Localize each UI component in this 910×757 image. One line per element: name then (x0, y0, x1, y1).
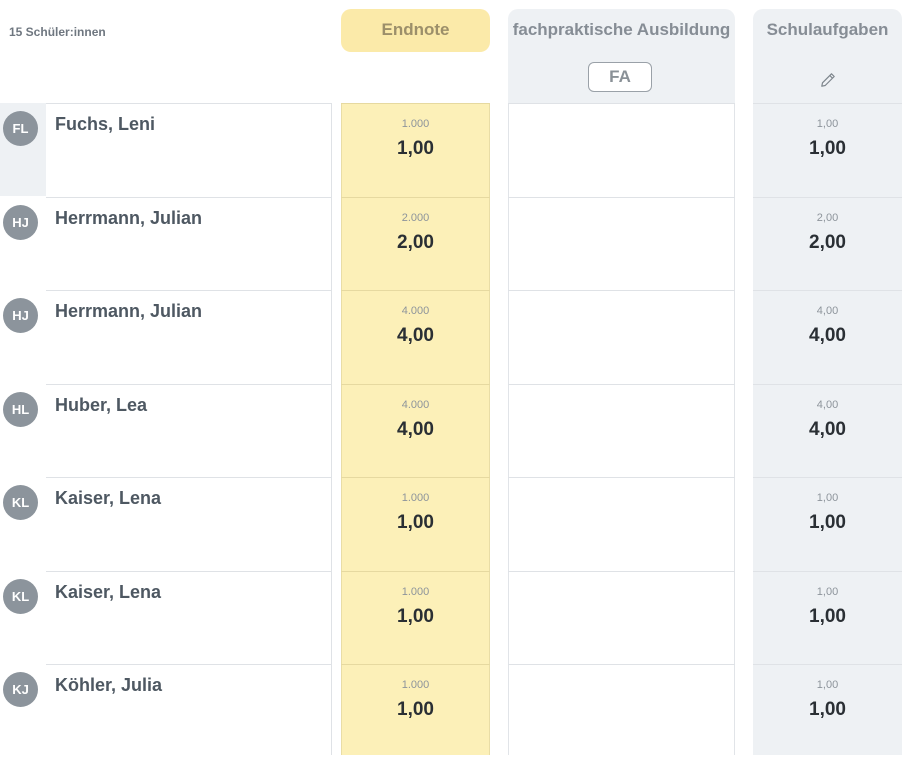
schulaufgaben-cell[interactable]: 4,00 4,00 (753, 290, 902, 383)
endnote-raw-value: 4.000 (401, 305, 430, 317)
endnote-raw-value: 4.000 (401, 398, 430, 411)
endnote-cell[interactable]: 4.000 4,00 (341, 290, 490, 383)
avatar: HJ (3, 298, 38, 333)
schulaufgaben-cell[interactable]: 1,00 1,00 (753, 103, 902, 196)
table-row[interactable]: KL Kaiser, Lena 1.000 1,00 1,00 1,00 (0, 570, 910, 664)
schulaufgaben-cell[interactable]: 4,00 4,00 (753, 384, 902, 477)
schulaufgaben-cell[interactable]: 1,00 1,00 (753, 664, 902, 757)
row-divider (46, 570, 331, 572)
schulaufgaben-raw-value: 1,00 (816, 118, 839, 130)
endnote-grade: 1,00 (397, 512, 434, 533)
student-name[interactable]: Fuchs, Leni (55, 114, 155, 135)
row-divider (508, 383, 735, 385)
schulaufgaben-raw-value: 4,00 (816, 305, 839, 317)
table-row[interactable]: FL Fuchs, Leni 1.000 1,00 1,00 1,00 (0, 103, 910, 196)
fa-badge-button[interactable]: FA (588, 62, 652, 92)
endnote-raw-value: 1.000 (401, 585, 430, 598)
endnote-raw-value: 1.000 (401, 492, 430, 504)
schulaufgaben-cell[interactable]: 1,00 1,00 (753, 571, 902, 664)
row-divider (46, 383, 331, 385)
avatar: HJ (3, 204, 38, 240)
schulaufgaben-raw-value: 1,00 (816, 679, 839, 691)
row-divider (46, 664, 331, 665)
endnote-cell[interactable]: 1.000 1,00 (341, 477, 490, 570)
schulaufgaben-raw-value: 1,00 (816, 492, 839, 504)
schulaufgaben-grade: 4,00 (809, 325, 846, 346)
table-row[interactable]: KL Kaiser, Lena 1.000 1,00 1,00 1,00 (0, 477, 910, 570)
row-divider (46, 477, 331, 478)
student-name[interactable]: Herrmann, Julian (55, 208, 202, 229)
endnote-raw-value: 1.000 (401, 679, 430, 691)
row-divider (508, 196, 735, 198)
table-row[interactable]: HJ Herrmann, Julian 2.000 2,00 2,00 2,00 (0, 196, 910, 290)
row-divider (508, 290, 735, 291)
avatar: KL (3, 485, 38, 520)
schulaufgaben-grade: 1,00 (809, 605, 846, 627)
student-name[interactable]: Köhler, Julia (55, 675, 162, 696)
table-row[interactable]: HL Huber, Lea 4.000 4,00 4,00 4,00 (0, 383, 910, 477)
row-divider (508, 477, 735, 478)
row-divider (46, 103, 331, 104)
column-title-fpa: fachpraktische Ausbildung (512, 20, 731, 39)
schulaufgaben-grade: 4,00 (809, 418, 846, 440)
pencil-icon[interactable] (820, 72, 836, 88)
column-header-schulaufgaben[interactable]: Schulaufgaben (753, 9, 902, 103)
avatar: FL (3, 111, 38, 146)
schulaufgaben-grade: 1,00 (809, 512, 846, 533)
schulaufgaben-cell[interactable]: 2,00 2,00 (753, 197, 902, 290)
endnote-cell[interactable]: 2.000 2,00 (341, 197, 490, 290)
endnote-raw-value: 2.000 (401, 211, 430, 224)
schulaufgaben-grade: 1,00 (809, 138, 846, 159)
schulaufgaben-grade: 1,00 (809, 699, 846, 720)
endnote-grade: 1,00 (397, 138, 434, 159)
student-name[interactable]: Kaiser, Lena (55, 582, 161, 603)
student-count: 15 Schüler:innen (9, 25, 106, 39)
endnote-grade: 1,00 (397, 699, 434, 720)
student-name[interactable]: Herrmann, Julian (55, 301, 202, 322)
schulaufgaben-cell[interactable]: 1,00 1,00 (753, 477, 902, 570)
endnote-cell[interactable]: 1.000 1,00 (341, 664, 490, 757)
row-divider (508, 103, 735, 104)
avatar: HL (3, 391, 38, 427)
row-divider (46, 196, 331, 198)
row-divider (508, 570, 735, 572)
row-divider (508, 664, 735, 665)
endnote-grade: 4,00 (397, 325, 434, 346)
table-row[interactable]: HJ Herrmann, Julian 4.000 4,00 4,00 4,00 (0, 290, 910, 383)
column-title-schulaufgaben: Schulaufgaben (766, 20, 889, 39)
column-title-endnote: Endnote (381, 20, 450, 39)
schulaufgaben-raw-value: 4,00 (816, 398, 839, 411)
avatar: KL (3, 578, 38, 614)
schulaufgaben-raw-value: 1,00 (816, 585, 839, 598)
endnote-grade: 4,00 (397, 418, 434, 440)
endnote-cell[interactable]: 1.000 1,00 (341, 571, 490, 664)
endnote-grade: 1,00 (397, 605, 434, 627)
row-divider (46, 290, 331, 291)
schulaufgaben-raw-value: 2,00 (816, 211, 839, 224)
student-name[interactable]: Kaiser, Lena (55, 488, 161, 509)
endnote-cell[interactable]: 4.000 4,00 (341, 384, 490, 477)
endnote-cell[interactable]: 1.000 1,00 (341, 103, 490, 196)
endnote-raw-value: 1.000 (401, 118, 430, 130)
column-header-fpa[interactable]: fachpraktische Ausbildung FA (508, 9, 735, 103)
student-name[interactable]: Huber, Lea (55, 395, 147, 416)
column-header-endnote[interactable]: Endnote (341, 9, 490, 52)
avatar: KJ (3, 672, 38, 707)
endnote-grade: 2,00 (397, 231, 434, 253)
table-row[interactable]: KJ Köhler, Julia 1.000 1,00 1,00 1,00 (0, 664, 910, 757)
schulaufgaben-grade: 2,00 (809, 231, 846, 253)
